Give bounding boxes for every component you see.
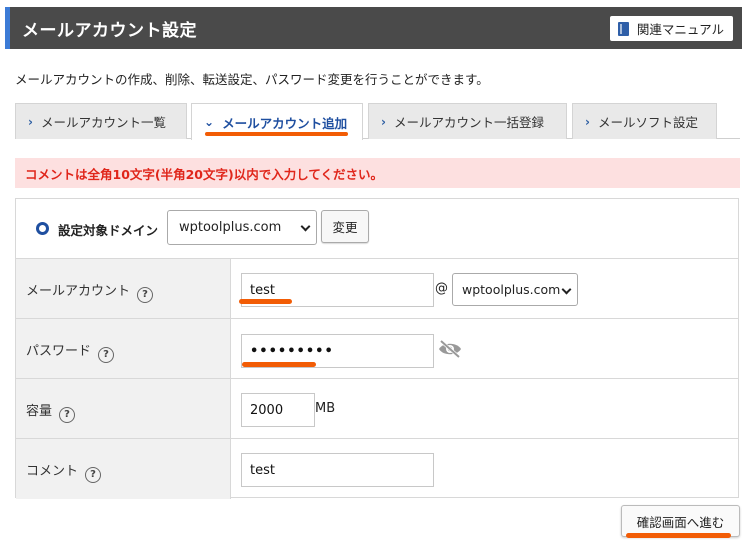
domain-radio[interactable] — [36, 222, 49, 235]
account-form: 設定対象ドメイン wptoolplus.com 変更 メールアカウント? tes… — [15, 198, 739, 499]
page-header: メールアカウント設定 関連マニュアル — [5, 7, 742, 49]
tab-bar: › メールアカウント一覧 ⌄ メールアカウント追加 › メールアカウント一括登録… — [15, 103, 740, 140]
highlight-underline — [239, 299, 292, 304]
chevron-right-icon: › — [381, 114, 386, 129]
help-icon[interactable]: ? — [98, 347, 115, 363]
help-icon[interactable]: ? — [59, 407, 76, 423]
tab-account-list[interactable]: › メールアカウント一覧 — [15, 103, 187, 139]
highlight-underline — [626, 533, 731, 538]
domain-select[interactable]: wptoolplus.com — [167, 210, 317, 245]
eye-slash-icon[interactable] — [437, 339, 463, 359]
chevron-down-icon: ⌄ — [204, 115, 215, 129]
capacity-row: 容量? 2000 MB — [16, 379, 738, 439]
comment-label: コメント? — [26, 460, 102, 483]
label-cell: コメント? — [16, 439, 231, 499]
change-button[interactable]: 変更 — [321, 210, 369, 243]
domain-select-value: wptoolplus.com — [179, 220, 282, 235]
tab-bulk-register[interactable]: › メールアカウント一括登録 — [368, 103, 567, 139]
label-cell: メールアカウント? — [16, 259, 231, 318]
help-icon[interactable]: ? — [85, 467, 102, 483]
highlight-underline — [242, 362, 316, 367]
tab-label: メールアカウント追加 — [222, 115, 348, 131]
account-row: メールアカウント? test @ wptoolplus.com — [16, 259, 738, 319]
domain-label: 設定対象ドメイン — [58, 223, 159, 238]
tab-label: メールアカウント一括登録 — [393, 115, 544, 130]
manual-button-label: 関連マニュアル — [636, 22, 724, 37]
tab-account-add[interactable]: ⌄ メールアカウント追加 — [191, 103, 363, 140]
tab-label: メールアカウント一覧 — [40, 115, 166, 130]
help-icon[interactable]: ? — [137, 287, 154, 303]
manual-button[interactable]: 関連マニュアル — [609, 16, 733, 41]
tab-label: メールソフト設定 — [597, 115, 698, 130]
tab-highlight-underline — [205, 132, 348, 136]
chevron-down-icon — [300, 221, 311, 232]
comment-input[interactable]: test — [241, 453, 434, 487]
capacity-unit: MB — [315, 401, 336, 416]
chevron-down-icon — [561, 284, 572, 295]
chevron-right-icon: › — [28, 114, 33, 129]
error-message: コメントは全角10文字(半角20文字)以内で入力してください。 — [15, 158, 740, 188]
capacity-label: 容量? — [26, 400, 76, 423]
label-cell: パスワード? — [16, 319, 231, 378]
account-label: メールアカウント? — [26, 280, 154, 303]
page-description: メールアカウントの作成、削除、転送設定、パスワード変更を行うことができます。 — [15, 72, 489, 87]
password-row: パスワード? ••••••••• — [16, 319, 738, 379]
password-label: パスワード? — [26, 340, 115, 363]
label-cell: 容量? — [16, 379, 231, 438]
chevron-right-icon: › — [585, 114, 590, 129]
capacity-input[interactable]: 2000 — [241, 393, 315, 427]
page-title: メールアカウント設定 — [22, 21, 197, 41]
at-sign: @ — [435, 281, 448, 296]
book-icon — [617, 21, 629, 36]
account-domain-value: wptoolplus.com — [462, 282, 561, 297]
account-domain-select[interactable]: wptoolplus.com — [452, 273, 578, 306]
domain-selector-row: 設定対象ドメイン wptoolplus.com 変更 — [16, 199, 738, 259]
comment-row: コメント? test — [16, 439, 738, 499]
tab-mail-software[interactable]: › メールソフト設定 — [572, 103, 717, 139]
